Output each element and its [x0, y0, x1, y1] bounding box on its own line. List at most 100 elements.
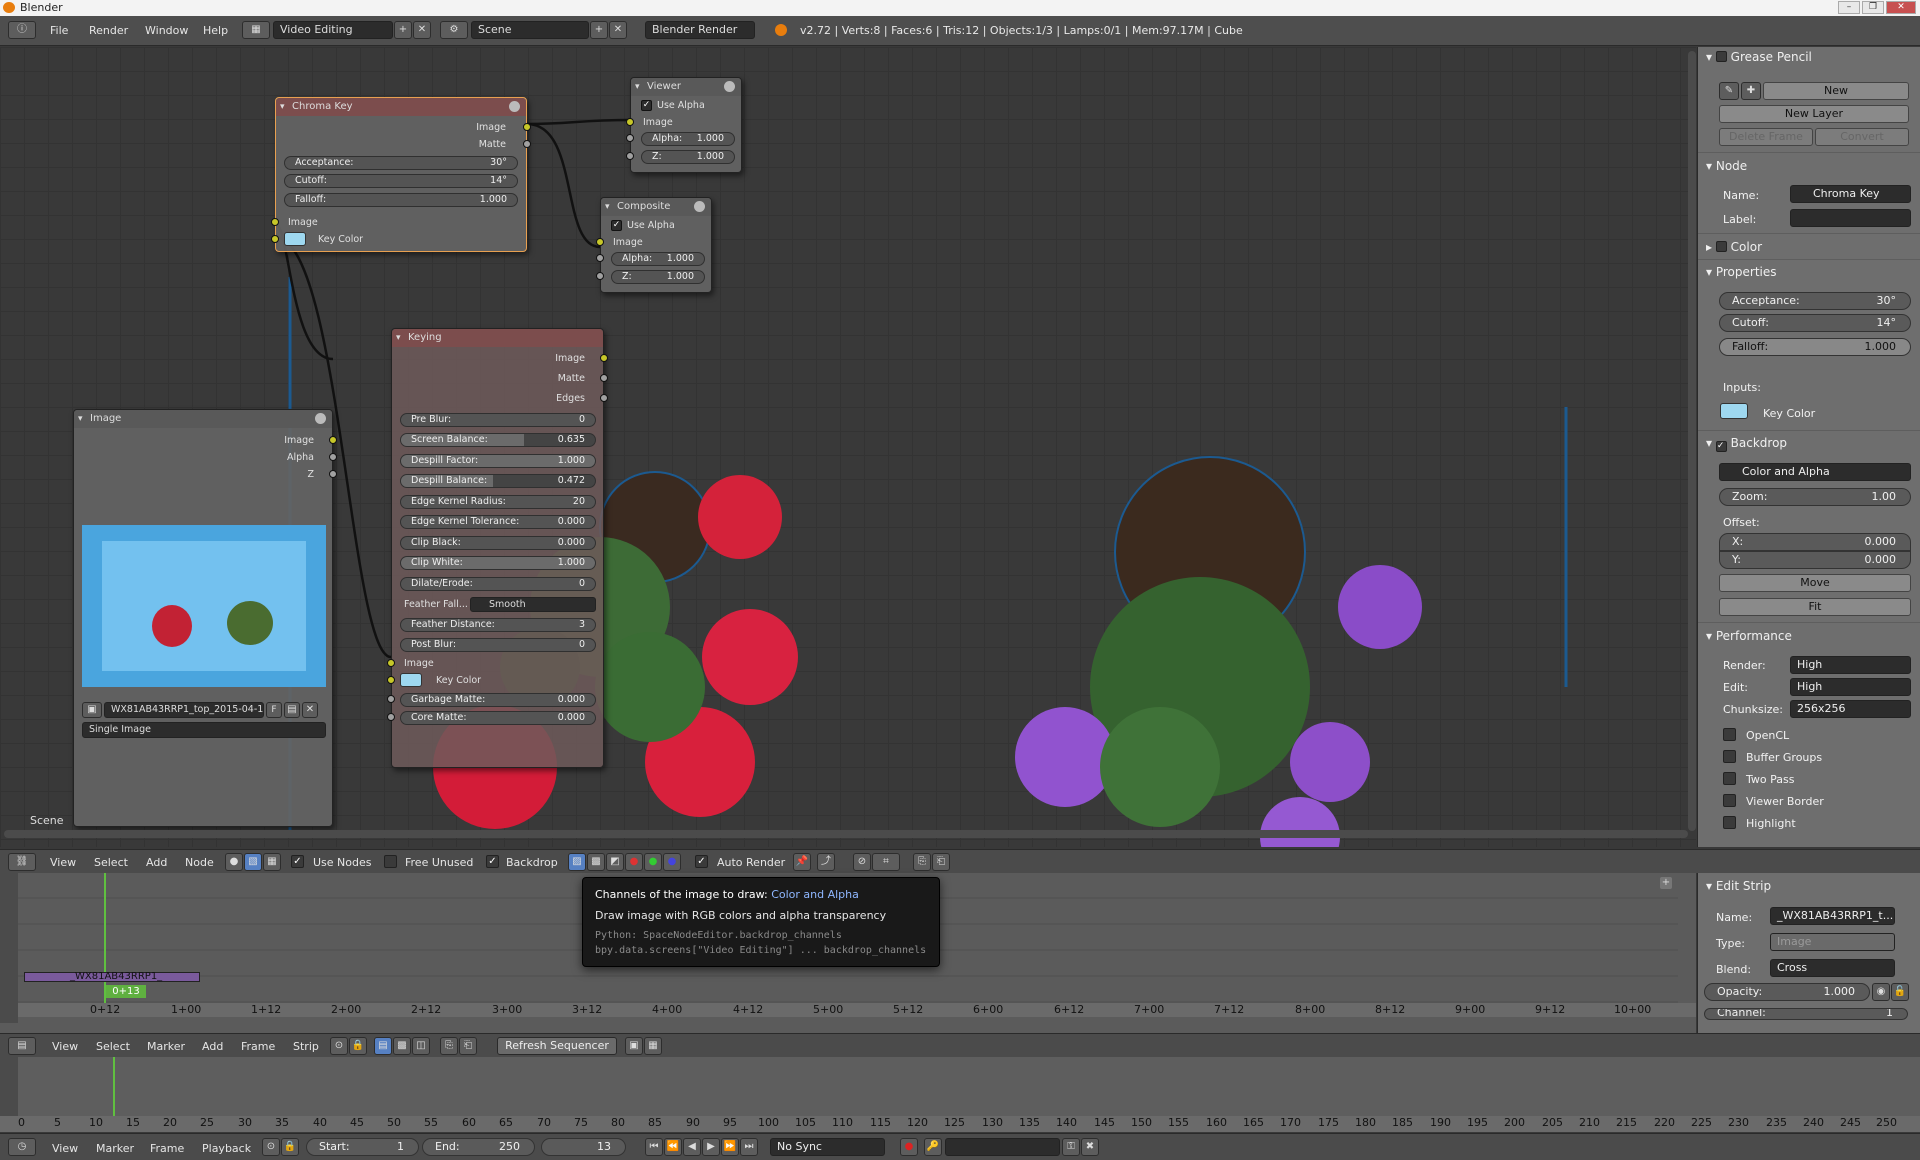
tl-menu-view[interactable]: View: [52, 1142, 78, 1155]
viewer-z-socket[interactable]: [626, 152, 634, 160]
panel-key-color-swatch[interactable]: [1720, 403, 1748, 419]
fit-button[interactable]: Fit: [1719, 598, 1911, 616]
node-preview-icon[interactable]: [315, 413, 326, 424]
channels-alpha-icon[interactable]: ◩: [606, 853, 624, 871]
image-node[interactable]: ▾ Image Image Alpha Z ▣ WX81AB43RRP1_top…: [73, 409, 337, 827]
shader-nodes-icon[interactable]: ●: [225, 853, 243, 871]
composite-node[interactable]: ▾ Composite ✓ Use Alpha Image Alpha: 1.00…: [596, 197, 712, 293]
view-both-icon[interactable]: ◫: [412, 1037, 430, 1055]
backdrop-header-checkbox[interactable]: ✓: [486, 855, 499, 868]
node-editor[interactable]: ▾ Chroma Key Image Matte Acceptance: 30° …: [0, 47, 1696, 847]
copy-strips-icon[interactable]: ⎘: [440, 1037, 458, 1055]
horizontal-scrollbar[interactable]: [4, 830, 1688, 838]
viewer-alpha-socket[interactable]: [626, 134, 634, 142]
use-nodes-checkbox[interactable]: ✓: [291, 855, 304, 868]
convert-button[interactable]: Convert: [1815, 128, 1909, 146]
dilate-erode-field[interactable]: Dilate/Erode: 0: [400, 577, 596, 591]
snap-icon[interactable]: ⊘: [853, 853, 871, 871]
move-button[interactable]: Move: [1719, 574, 1911, 592]
chroma-key-node-header[interactable]: ▾ Chroma Key: [276, 98, 526, 116]
buffer-groups-checkbox[interactable]: [1723, 750, 1736, 763]
jump-to-next-keyframe-icon[interactable]: ⏩: [721, 1138, 739, 1156]
start-frame-field[interactable]: Start: 1: [306, 1138, 419, 1156]
minimize-button[interactable]: –: [1838, 1, 1860, 14]
falloff-field[interactable]: Falloff: 1.000: [284, 193, 518, 207]
render-engine-dropdown[interactable]: Blender Render: [645, 21, 755, 39]
strip-name-field[interactable]: _WX81AB43RRP1_t...: [1770, 907, 1895, 925]
timeline-playhead[interactable]: [113, 1057, 115, 1117]
composite-use-alpha-checkbox[interactable]: ✓: [611, 220, 622, 231]
edge-kernel-tolerance-field[interactable]: Edge Kernel Tolerance: 0.000: [400, 515, 596, 529]
insert-keyframe-icon[interactable]: ⚿: [1062, 1138, 1080, 1156]
keying-output-matte-socket[interactable]: [600, 374, 608, 382]
backdrop-section-header[interactable]: ▾ ✓ Backdrop: [1706, 436, 1787, 452]
keying-output-image-socket[interactable]: [600, 354, 608, 362]
collapse-arrow-icon[interactable]: ▾: [396, 329, 401, 347]
image-output-alpha-socket[interactable]: [329, 453, 337, 461]
node-label-field[interactable]: [1790, 209, 1911, 227]
keying-node-header[interactable]: ▾ Keying: [392, 329, 603, 347]
garbage-matte-socket[interactable]: [387, 695, 395, 703]
node-preview-icon[interactable]: [509, 101, 520, 112]
garbage-matte-field[interactable]: Garbage Matte: 0.000: [400, 693, 596, 707]
backdrop-checkbox[interactable]: ✓: [1715, 441, 1727, 452]
paste-nodes-icon[interactable]: ⎗: [932, 853, 950, 871]
view-preview-icon[interactable]: ▩: [393, 1037, 411, 1055]
image-output-image-socket[interactable]: [329, 436, 337, 444]
feather-distance-field[interactable]: Feather Distance: 3: [400, 618, 596, 632]
close-window-button[interactable]: ✕: [1886, 1, 1916, 14]
despill-balance-slider[interactable]: Despill Balance: 0.472: [400, 474, 596, 488]
composite-node-header[interactable]: ▾ Composite: [601, 198, 711, 216]
refresh-sequencer-button[interactable]: Refresh Sequencer: [497, 1037, 617, 1055]
texture-nodes-icon[interactable]: ▦: [263, 853, 281, 871]
output-matte-socket[interactable]: [523, 140, 531, 148]
viewer-alpha-field[interactable]: Alpha: 1.000: [641, 132, 735, 146]
scene-lock-icon[interactable]: ⊙: [330, 1037, 348, 1055]
collapse-arrow-icon[interactable]: ▾: [78, 410, 83, 428]
image-node-header[interactable]: ▾ Image: [74, 410, 332, 428]
pre-blur-field[interactable]: Pre Blur: 0: [400, 413, 596, 427]
opencl-checkbox[interactable]: [1723, 728, 1736, 741]
keying-key-color-swatch[interactable]: [400, 673, 422, 687]
editor-type-sequencer-icon[interactable]: ▤: [8, 1037, 36, 1055]
menu-file[interactable]: File: [50, 24, 68, 37]
node-menu-select[interactable]: Select: [94, 856, 128, 869]
output-image-socket[interactable]: [523, 123, 531, 131]
jump-to-end-icon[interactable]: ⏭: [740, 1138, 758, 1156]
edge-kernel-radius-field[interactable]: Edge Kernel Radius: 20: [400, 495, 596, 509]
node-menu-view[interactable]: View: [50, 856, 76, 869]
post-blur-field[interactable]: Post Blur: 0: [400, 638, 596, 652]
new-layer-button[interactable]: New Layer: [1719, 105, 1909, 123]
maximize-button[interactable]: ❐: [1862, 1, 1884, 14]
channel-red-icon[interactable]: ●: [625, 853, 643, 871]
node-preview-icon[interactable]: [694, 201, 705, 212]
tl-menu-frame[interactable]: Frame: [150, 1142, 184, 1155]
keying-input-image-socket[interactable]: [387, 659, 395, 667]
zoom-field[interactable]: Zoom: 1.00: [1719, 488, 1911, 506]
backdrop-channels-dropdown[interactable]: Color and Alpha: [1719, 463, 1911, 481]
collapse-arrow-icon[interactable]: ▾: [635, 78, 640, 96]
seq-menu-marker[interactable]: Marker: [147, 1040, 185, 1053]
screen-selector[interactable]: Video Editing: [273, 21, 393, 39]
image-browse-icon[interactable]: ▣: [82, 702, 102, 718]
parent-node-tree-icon[interactable]: ⤴: [817, 853, 835, 871]
seq-menu-strip[interactable]: Strip: [293, 1040, 319, 1053]
scene-icon[interactable]: ⚙: [440, 21, 468, 39]
timeline-editor[interactable]: 0 5 10 15 20 25 30 35 40 45 50 55 60 65 …: [0, 1057, 1920, 1132]
end-frame-field[interactable]: End: 250: [422, 1138, 535, 1156]
copy-nodes-icon[interactable]: ⎘: [913, 853, 931, 871]
view-sequencer-icon[interactable]: ▤: [374, 1037, 392, 1055]
keying-set-field[interactable]: [945, 1138, 1060, 1156]
key-color-swatch[interactable]: [284, 232, 306, 246]
image-strip[interactable]: _WX81AB43RRP1_: [24, 972, 200, 982]
vertical-scrollbar[interactable]: [1688, 51, 1696, 831]
tl-menu-marker[interactable]: Marker: [96, 1142, 134, 1155]
two-pass-checkbox[interactable]: [1723, 772, 1736, 785]
node-menu-node[interactable]: Node: [185, 856, 214, 869]
viewer-border-checkbox[interactable]: [1723, 794, 1736, 807]
render-quality-dropdown[interactable]: High: [1790, 656, 1911, 674]
keying-set-icon[interactable]: 🔑: [924, 1138, 942, 1156]
grease-pencil-checkbox[interactable]: [1715, 51, 1727, 62]
fake-user-button[interactable]: F: [266, 702, 282, 718]
strip-visibility-icon[interactable]: ◉: [1872, 983, 1890, 1001]
